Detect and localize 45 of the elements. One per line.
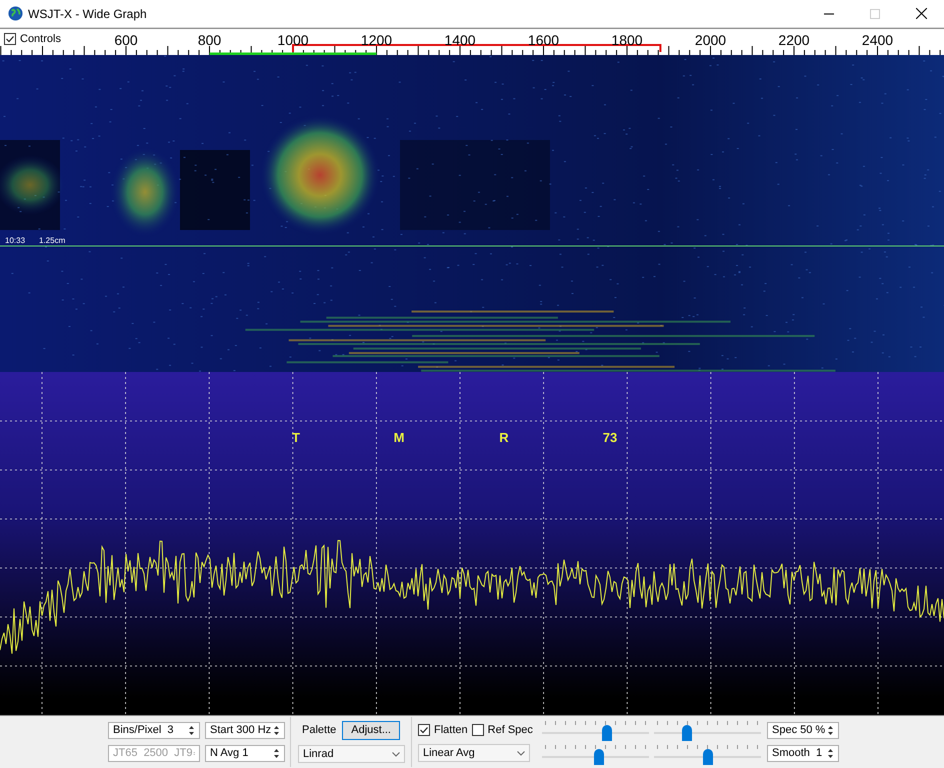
message-marker: 73 [602, 429, 618, 447]
close-icon [916, 8, 926, 19]
chevron-down-icon [392, 752, 400, 756]
start-frequency-spinbox[interactable]: Start 300 Hz [205, 722, 285, 739]
dropdown[interactable]: Linear Avg [418, 744, 530, 762]
frequency-label: 1400 [444, 31, 476, 50]
checkmark-icon [419, 725, 429, 735]
band-label: 1.25cm [39, 235, 66, 247]
window-title: WSJT-X - Wide Graph [28, 6, 147, 22]
n-avg-spinbox[interactable]: N Avg 1 [205, 745, 285, 762]
slider-thumb[interactable] [594, 749, 604, 765]
maximize-icon [870, 8, 880, 18]
checkmark-icon [5, 34, 15, 44]
spin-arrows-icon [827, 725, 834, 736]
spec-spinbox[interactable]: Spec 50 % [767, 722, 839, 739]
frequency-label: 1800 [611, 31, 643, 50]
checkbox[interactable]: Ref Spec [472, 722, 533, 738]
bins-per-pixel-spinbox[interactable]: Bins/Pixel 3 [108, 722, 200, 739]
frequency-label: 1200 [360, 31, 392, 50]
frequency-label: 600 [114, 31, 138, 50]
spin-arrows-icon [273, 725, 280, 736]
frequency-label: 1000 [277, 31, 309, 50]
frequency-label: 800 [198, 31, 222, 50]
checkbox[interactable]: Controls [4, 31, 61, 48]
frequency-label: 2000 [694, 31, 726, 50]
spin-arrows-icon [273, 748, 280, 759]
frequency-label: 2200 [778, 31, 810, 50]
spin-arrows-icon [827, 748, 834, 759]
slider-thumb[interactable] [602, 725, 612, 741]
globe-icon [8, 6, 23, 21]
message-marker: M [394, 429, 404, 447]
frequency-label: 2400 [862, 31, 894, 50]
slider-thumb[interactable] [682, 725, 692, 741]
frequency-label: 1600 [528, 31, 560, 50]
chevron-down-icon [517, 750, 525, 756]
message-marker: R [499, 429, 509, 447]
smooth-spinbox[interactable]: Smooth 1 [767, 745, 839, 762]
adjust-button[interactable]: Adjust... [342, 721, 400, 740]
spin-arrows-icon [188, 725, 195, 736]
dropdown[interactable]: Linrad [298, 745, 405, 763]
timestamp: 10:33 [5, 235, 26, 247]
checkbox[interactable]: Flatten [418, 722, 468, 738]
palette-label: Palette [302, 723, 336, 738]
message-marker: T [292, 429, 300, 447]
slider-thumb[interactable] [702, 749, 712, 765]
